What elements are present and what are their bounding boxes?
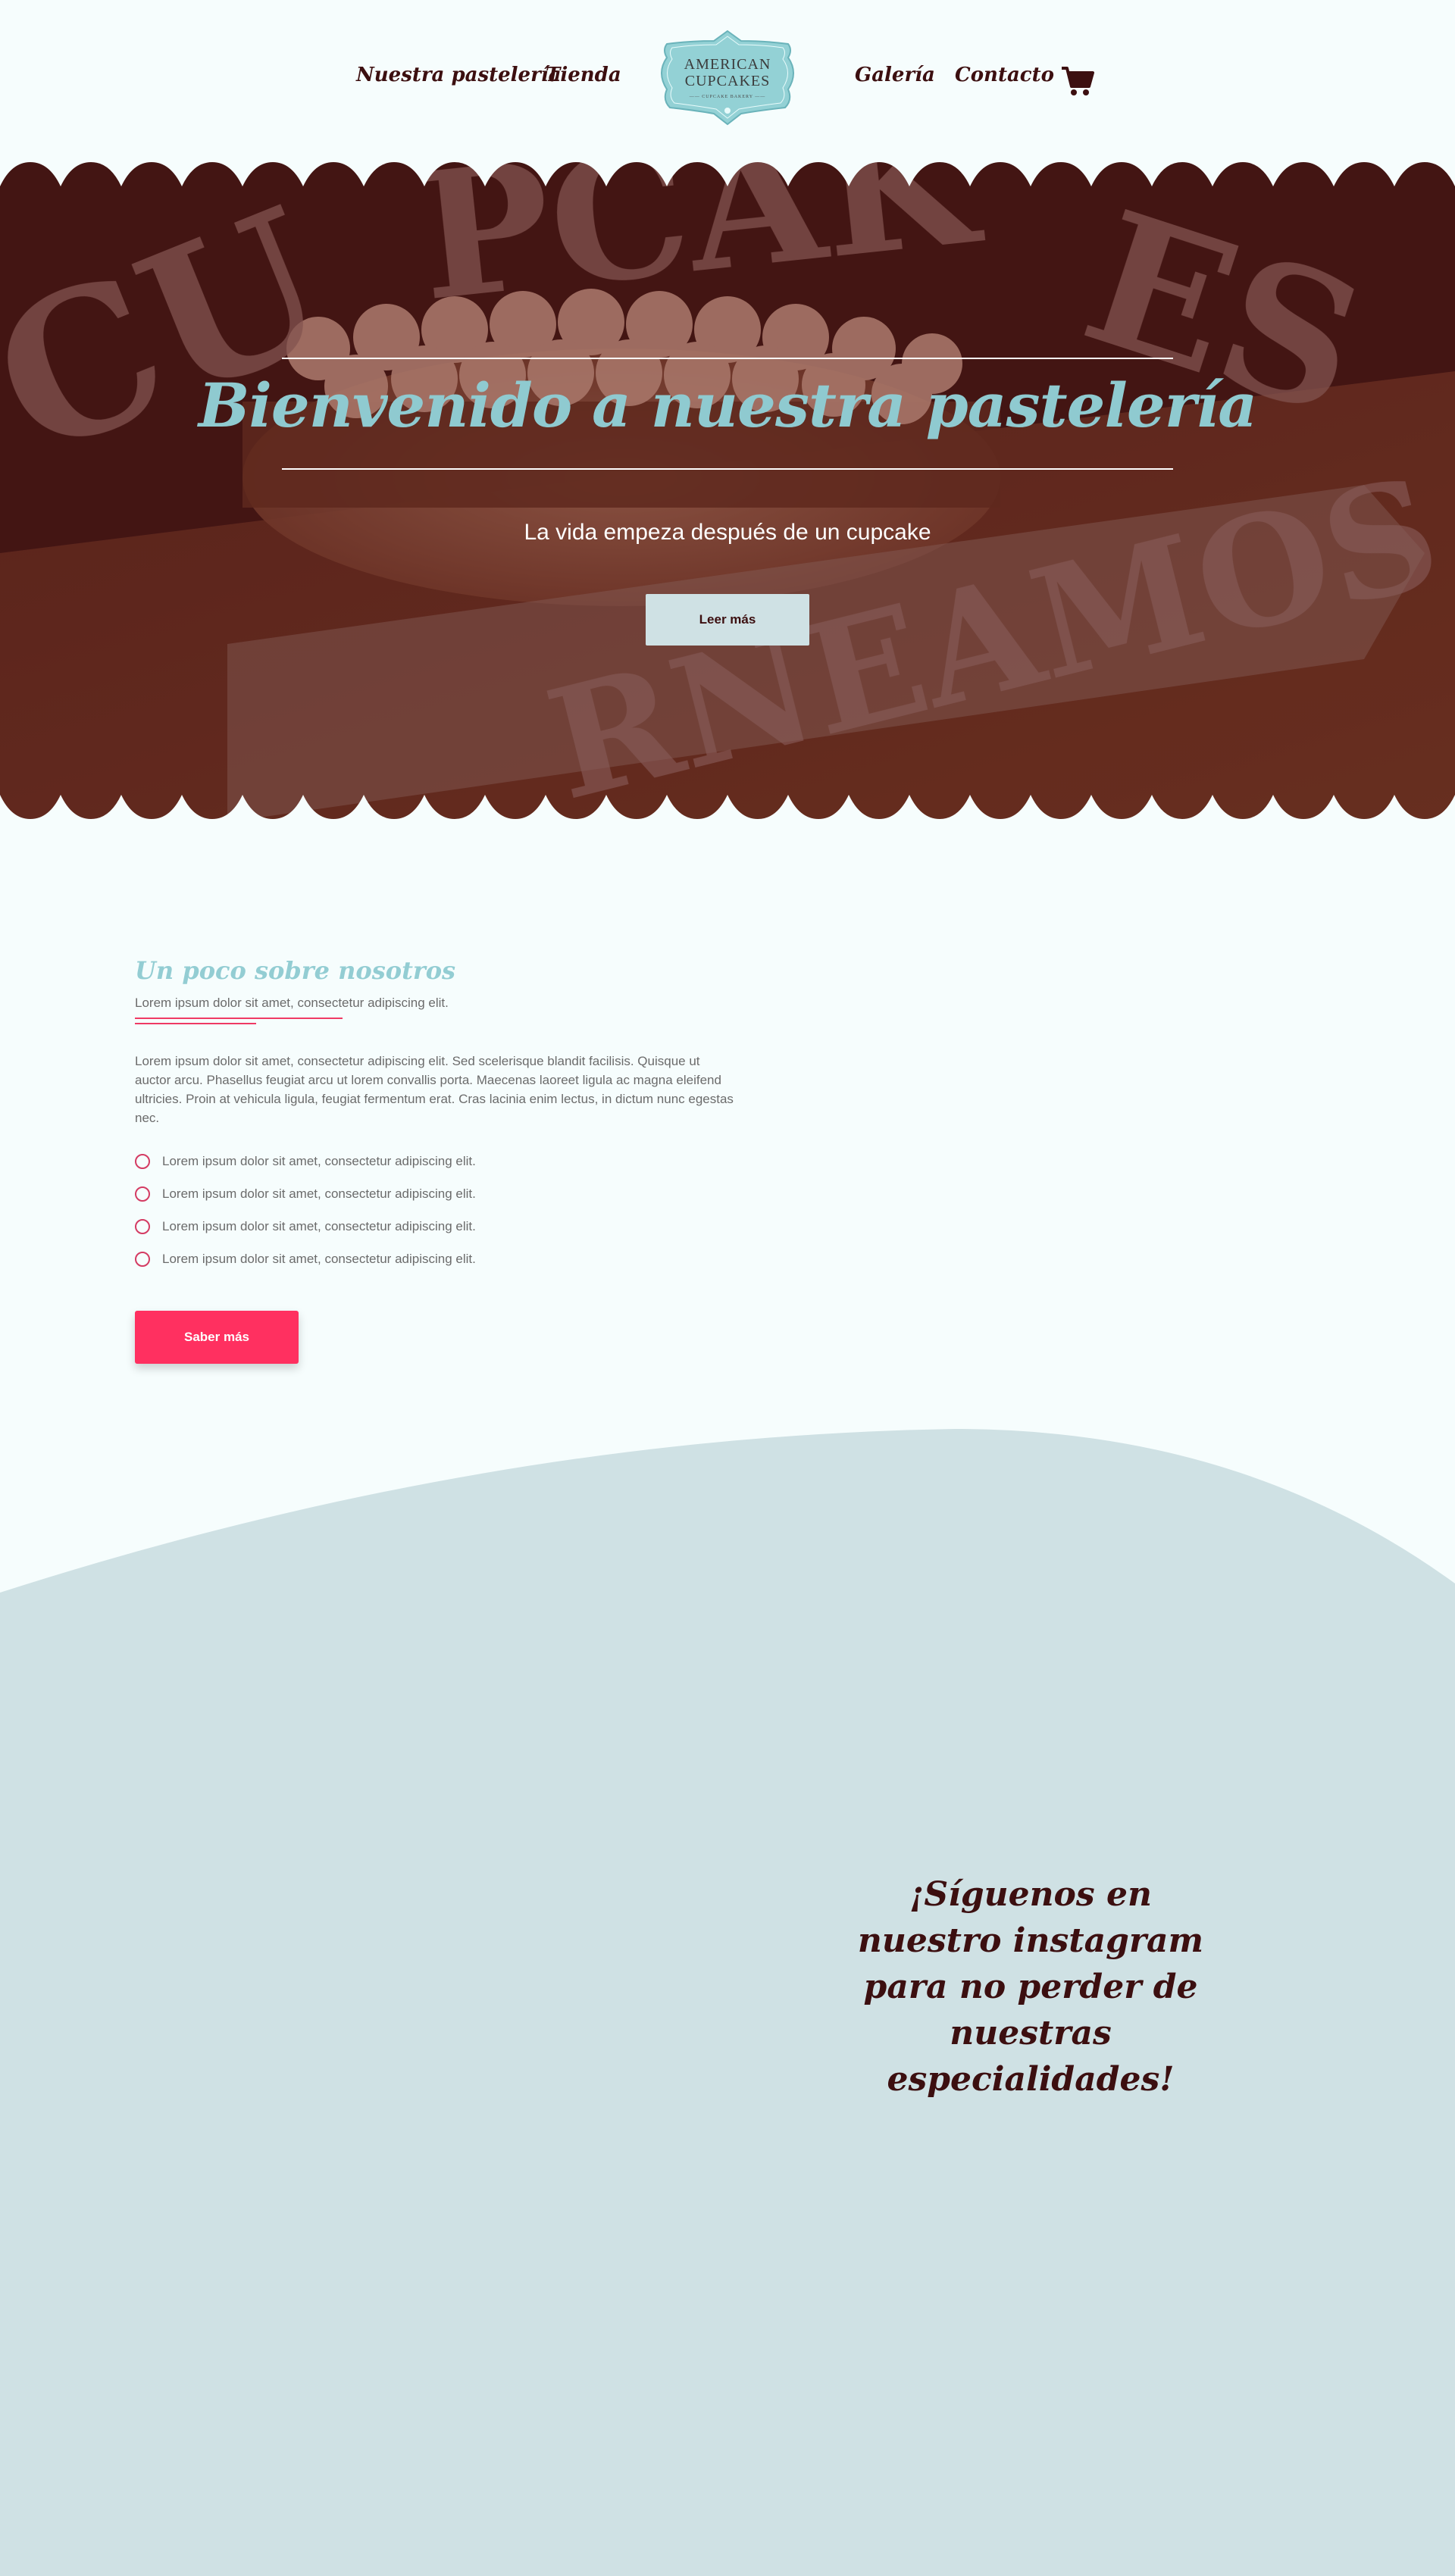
- list-item: Lorem ipsum dolor sit amet, consectetur …: [135, 1186, 476, 1218]
- list-item-text: Lorem ipsum dolor sit amet, consectetur …: [162, 1219, 476, 1233]
- list-item: Lorem ipsum dolor sit amet, consectetur …: [135, 1153, 476, 1186]
- about-tagline: Lorem ipsum dolor sit amet, consectetur …: [135, 996, 449, 1010]
- list-item-text: Lorem ipsum dolor sit amet, consectetur …: [162, 1252, 476, 1266]
- circle-bullet-icon: [135, 1219, 150, 1234]
- wave-background: [0, 1429, 1455, 2576]
- list-item-text: Lorem ipsum dolor sit amet, consectetur …: [162, 1154, 476, 1168]
- about-title: Un poco sobre nosotros: [135, 956, 456, 985]
- list-item: Lorem ipsum dolor sit amet, consectetur …: [135, 1251, 476, 1283]
- about-underline-short: [135, 1023, 256, 1024]
- logo-text-bakery: —— CUPCAKE BAKERY ——: [689, 95, 766, 99]
- hero-title: Bienvenido a nuestra pastelería: [198, 370, 1257, 441]
- hero-scallop-bottom: [0, 795, 1455, 822]
- list-item-text: Lorem ipsum dolor sit amet, consectetur …: [162, 1186, 476, 1201]
- list-item: Lorem ipsum dolor sit amet, consectetur …: [135, 1218, 476, 1251]
- leer-mas-button[interactable]: Leer más: [646, 594, 809, 646]
- hero-background-image: CU PCAK ES RNEAMOS: [0, 159, 1455, 822]
- circle-bullet-icon: [135, 1252, 150, 1267]
- nav-link-galeria[interactable]: Galería: [855, 64, 935, 86]
- about-underline-long: [135, 1018, 343, 1019]
- about-body-text: Lorem ipsum dolor sit amet, consectetur …: [135, 1054, 734, 1125]
- hero-subtitle: La vida empeza después de un cupcake: [524, 520, 931, 545]
- about-feature-list: Lorem ipsum dolor sit amet, consectetur …: [135, 1153, 476, 1283]
- nav-link-tienda[interactable]: Tienda: [546, 64, 621, 86]
- hero-scallop-top: [0, 159, 1455, 186]
- site-logo[interactable]: AMERICAN CUPCAKES —— CUPCAKE BAKERY ——: [652, 29, 803, 127]
- site-header: Nuestra pastelería Tienda AMERICAN CUPCA…: [0, 0, 1455, 159]
- circle-bullet-icon: [135, 1186, 150, 1202]
- nav-link-nuestra-pasteleria[interactable]: Nuestra pastelería: [356, 64, 562, 86]
- hero-section: CU PCAK ES RNEAMOS Bienvenido a nuestra …: [0, 159, 1455, 822]
- hero-divider-bottom: [282, 468, 1173, 470]
- logo-text-american: AMERICAN: [684, 56, 771, 73]
- instagram-callout-text: ¡Síguenos en nuestro instagram para no p…: [857, 1875, 1204, 2099]
- logo-text-cupcakes: CUPCAKES: [684, 73, 771, 89]
- shopping-cart-icon[interactable]: [1061, 65, 1094, 97]
- circle-bullet-icon: [135, 1154, 150, 1169]
- saber-mas-button[interactable]: Saber más: [135, 1311, 299, 1364]
- hero-divider-top: [282, 358, 1173, 359]
- nav-link-contacto[interactable]: Contacto: [955, 64, 1054, 86]
